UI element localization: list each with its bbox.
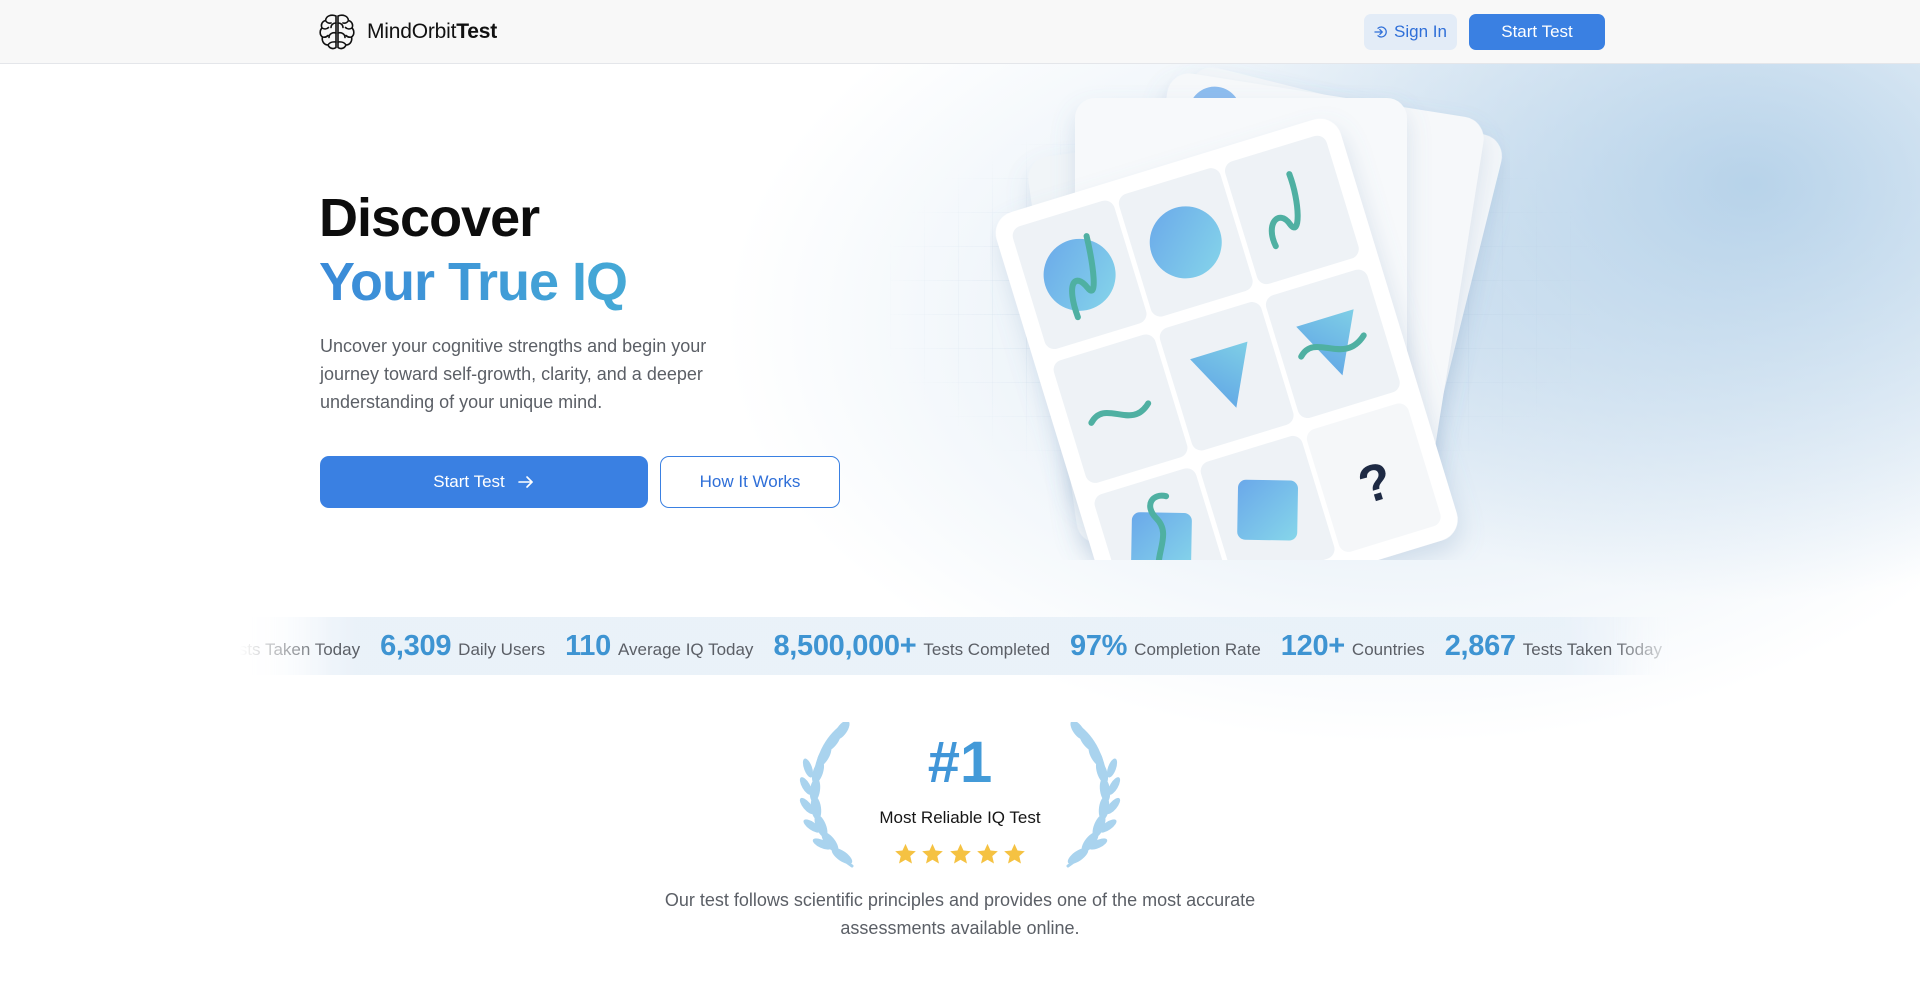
arrow-right-icon [517, 476, 533, 488]
star-icon [895, 843, 916, 864]
logo-prefix: MindOrbit [367, 20, 457, 43]
award-label: Most Reliable IQ Test [879, 808, 1041, 827]
navbar: MindOrbitTest Sign In Start Test [0, 0, 1920, 64]
stat-label: Countries [1351, 639, 1425, 659]
brain-icon [319, 14, 355, 50]
how-it-works-button[interactable]: How It Works [660, 456, 840, 508]
hero-start-test-button[interactable]: Start Test [320, 456, 648, 508]
stat-value: 110 [565, 629, 611, 662]
stat-value: 2,867 [1444, 629, 1516, 662]
stats-track: 7 Tests Taken Today 6,309 Daily Users 11… [240, 617, 1680, 675]
nav-start-test-button[interactable]: Start Test [1469, 14, 1605, 50]
stat-value: 97% [1070, 629, 1128, 662]
logo-suffix: Test [456, 20, 498, 43]
stat-value: 8,500,000+ [773, 629, 917, 662]
award-rank: #1 [860, 728, 1060, 798]
star-icon [1004, 843, 1025, 864]
hero-start-test-label: Start Test [433, 472, 505, 491]
stat-item: 120+ Countries [1281, 630, 1425, 663]
hero-title: Discover Your True IQ [319, 186, 628, 314]
star-icon [922, 843, 944, 864]
laurel-left-icon [799, 722, 854, 868]
puzzle-cards-illustration: ? [995, 67, 1502, 560]
stat-item: 6,309 Daily Users [380, 630, 545, 663]
stats-ticker: 7 Tests Taken Today 6,309 Daily Users 11… [240, 617, 1680, 675]
stat-label: Tests Taken Today [1522, 639, 1663, 659]
sign-in-button[interactable]: Sign In [1364, 14, 1457, 50]
hero-title-line1: Discover [319, 188, 540, 248]
stat-label: Average IQ Today [617, 639, 754, 659]
laurel-right-icon [1066, 722, 1121, 868]
sign-in-label: Sign In [1394, 22, 1447, 41]
star-icon [949, 843, 971, 864]
hero-description: Uncover your cognitive strengths and beg… [320, 336, 707, 412]
award-description: Our test follows scientific principles a… [664, 890, 1256, 938]
stat-label: Tests Completed [923, 639, 1051, 659]
stat-value: 120+ [1280, 629, 1345, 662]
stat-label: Completion Rate [1134, 639, 1261, 659]
stat-item: 8,500,000+ Tests Completed [773, 630, 1050, 663]
stat-label: Daily Users [458, 639, 546, 659]
logo-text: MindOrbitTest [367, 20, 497, 44]
star-rating [893, 842, 1027, 868]
stat-value: 6,309 [380, 629, 452, 662]
star-icon [976, 843, 998, 864]
stat-item: 2,867 Tests Taken Today [1445, 630, 1662, 663]
stat-item: 97% Completion Rate [1070, 630, 1261, 663]
sign-in-icon [1374, 26, 1387, 38]
hero-title-line2: Your True IQ [319, 252, 628, 312]
logo[interactable]: MindOrbitTest [317, 12, 497, 52]
stat-item: 7 Tests Taken Today [240, 630, 360, 663]
stat-label: Tests Taken Today [240, 639, 361, 659]
stat-item: 110 Average IQ Today [565, 630, 753, 663]
